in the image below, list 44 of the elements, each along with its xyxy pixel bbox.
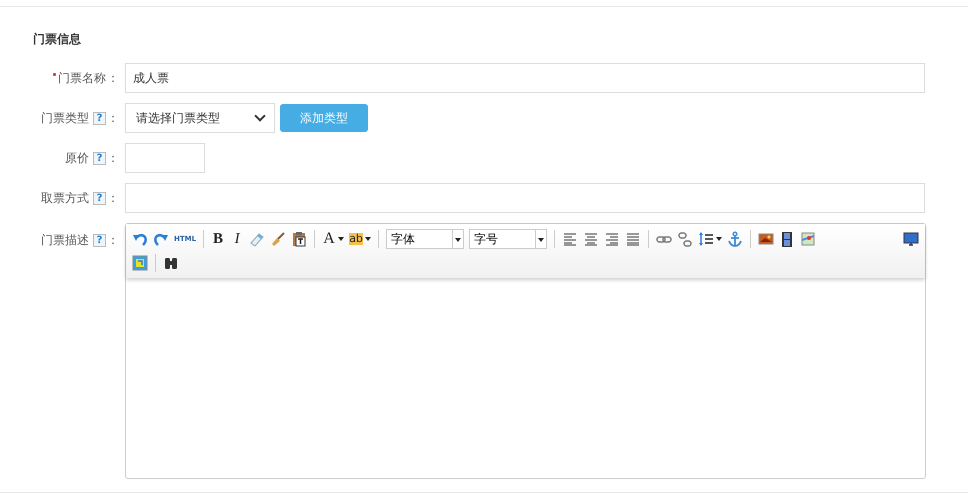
map-icon[interactable] xyxy=(132,255,148,271)
colon: ： xyxy=(107,232,119,249)
field-label: 门票类型 xyxy=(41,110,89,126)
justify-icon[interactable] xyxy=(625,231,642,247)
help-icon[interactable]: ? xyxy=(93,192,106,204)
colon: ： xyxy=(107,190,119,206)
align-center-icon[interactable] xyxy=(583,231,600,247)
font-select[interactable]: 字体 xyxy=(386,229,464,249)
colon: ： xyxy=(107,150,119,166)
brush-icon[interactable] xyxy=(270,231,286,247)
input-field[interactable] xyxy=(125,183,925,213)
unlink-icon[interactable] xyxy=(677,231,694,247)
undo-icon[interactable] xyxy=(132,231,148,247)
section-title: 门票信息 xyxy=(33,31,82,48)
caret-icon[interactable] xyxy=(716,237,722,241)
field-label: 门票描述 xyxy=(41,232,89,249)
field-label: 门票名称 xyxy=(58,70,106,86)
align-right-icon[interactable] xyxy=(604,231,620,247)
align-left-icon[interactable] xyxy=(562,231,578,247)
caret-icon[interactable] xyxy=(365,237,372,241)
format-button[interactable]: I xyxy=(230,230,244,248)
select-field[interactable]: 请选择门票类型 xyxy=(125,103,275,133)
image-icon[interactable] xyxy=(758,231,774,247)
format-button[interactable]: ab xyxy=(349,233,364,245)
input-field[interactable] xyxy=(125,143,205,173)
font-select[interactable]: 字号 xyxy=(469,229,548,249)
colon: ： xyxy=(107,110,119,126)
colon: ： xyxy=(107,70,119,86)
help-icon[interactable]: ? xyxy=(93,112,106,124)
help-icon[interactable]: ? xyxy=(93,152,106,164)
monitor-icon[interactable] xyxy=(903,231,919,247)
redo-icon[interactable] xyxy=(153,231,169,247)
input-field[interactable]: 成人票 xyxy=(125,63,925,93)
field-label: 取票方式 xyxy=(41,190,89,206)
paste-icon[interactable] xyxy=(291,231,308,247)
map-icon[interactable] xyxy=(800,231,816,247)
field-label: 原价 xyxy=(65,150,89,166)
format-button[interactable]: A xyxy=(322,230,336,248)
format-button[interactable]: B xyxy=(211,230,226,248)
binoculars-icon[interactable] xyxy=(163,255,179,271)
caret-icon[interactable] xyxy=(338,237,344,241)
line-height-icon[interactable] xyxy=(698,231,714,247)
anchor-icon[interactable] xyxy=(727,231,744,247)
help-icon[interactable]: ? xyxy=(93,234,106,247)
